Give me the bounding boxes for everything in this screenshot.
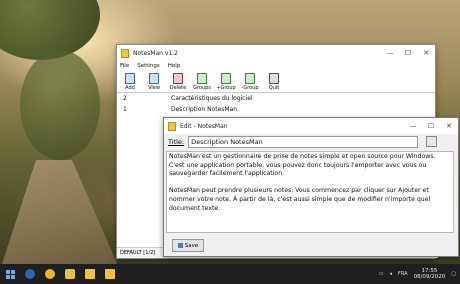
note-body-textarea[interactable]: NotesMan est un gestionnaire de prise de… [166,151,454,233]
add-button-label: Add [125,85,135,91]
view-icon [149,73,159,84]
menu-settings[interactable]: Settings [137,63,160,69]
dirt-path [0,160,120,270]
edit-titlebar: Edit - NotesMan — ☐ ✕ [164,118,458,134]
notesman-taskbar-icon [105,269,115,279]
yellow-app-icon [45,269,55,279]
remove-group-button-label: -Group [241,85,259,91]
title-options-button[interactable] [426,136,438,147]
delete-button-label: Delete [169,85,187,91]
note-paragraph: NotesMan peut prendre plusieurs notes. V… [169,187,431,212]
view-button-label: View [148,85,160,91]
main-window-title: NotesMan v1.2 [133,49,178,57]
delete-icon [173,73,183,84]
language-indicator[interactable]: FRA [398,271,408,277]
add-icon [125,73,135,84]
list-item[interactable]: 1 Description NotesMan [119,104,431,115]
save-button[interactable]: Save [172,239,204,252]
maximize-button[interactable]: ☐ [399,49,417,57]
remove-group-icon [245,73,255,84]
taskbar-app-1[interactable] [20,264,40,284]
add-button[interactable]: Add [119,71,141,91]
folder-icon [65,269,75,279]
menu-file[interactable]: File [120,63,129,69]
notesman-app-icon [168,121,176,131]
edit-window-title: Edit - NotesMan [180,122,228,130]
main-titlebar: NotesMan v1.2 — ☐ ✕ [117,45,435,61]
note-title-row: Title: [164,134,458,149]
groups-button[interactable]: Groups [191,71,213,91]
circle-s-app-icon [25,269,35,279]
edit-window: Edit - NotesMan — ☐ ✕ Title: NotesMan es… [163,117,459,257]
close-button[interactable]: ✕ [440,122,458,130]
close-button[interactable]: ✕ [417,49,435,57]
clock-date: 08/09/2020 [413,274,446,280]
groups-button-label: Groups [193,85,211,91]
save-button-label: Save [184,242,199,249]
main-toolbar: Add View Delete Groups +Group -Group Qui… [117,70,435,93]
groups-icon [197,73,207,84]
group-status: DEFAULT [1/2] [120,250,156,256]
notesman-taskbar-icon [85,269,95,279]
menu-help[interactable]: Help [168,63,181,69]
taskbar-app-4[interactable] [80,264,100,284]
minimize-button[interactable]: — [404,122,422,130]
taskbar: ▭ ◂ FRA 17:55 08/09/2020 ▢ [0,264,460,284]
tree-foliage [20,50,100,160]
quit-button[interactable]: Quit [263,71,285,91]
note-paragraph: NotesMan est un gestionnaire de prise de… [169,153,436,178]
clock[interactable]: 17:55 08/09/2020 [414,268,446,281]
save-icon [177,243,183,248]
notesman-app-icon [121,48,129,58]
view-button[interactable]: View [143,71,165,91]
add-group-button[interactable]: +Group [215,71,237,91]
taskbar-app-5[interactable] [100,264,120,284]
note-number: 1 [123,106,127,113]
quit-icon [269,73,279,84]
minimize-button[interactable]: — [381,49,399,57]
note-title-input[interactable] [188,135,419,148]
remove-group-button[interactable]: -Group [239,71,261,91]
network-icon[interactable]: ▭ [379,271,384,277]
maximize-button[interactable]: ☐ [422,122,440,130]
quit-button-label: Quit [268,85,280,91]
taskbar-app-2[interactable] [40,264,60,284]
note-number: 2 [123,95,127,102]
add-group-icon [221,73,231,84]
menu-bar: File Settings Help [117,61,435,70]
delete-button[interactable]: Delete [167,71,189,91]
note-title: Caractéristiques du logiciel [171,95,253,102]
add-group-button-label: +Group [216,85,236,91]
note-title: Description NotesMan [171,106,238,113]
volume-icon[interactable]: ◂ [389,271,392,277]
notes-list: 2 Caractéristiques du logiciel 1 Descrip… [119,93,431,115]
windows-logo-icon [5,269,15,279]
list-item[interactable]: 2 Caractéristiques du logiciel [119,93,431,104]
notifications-icon[interactable]: ▢ [451,271,456,277]
start-button[interactable] [0,264,20,284]
title-label: Title: [168,137,185,146]
taskbar-app-3[interactable] [60,264,80,284]
system-tray: ▭ ◂ FRA 17:55 08/09/2020 ▢ [379,268,460,281]
